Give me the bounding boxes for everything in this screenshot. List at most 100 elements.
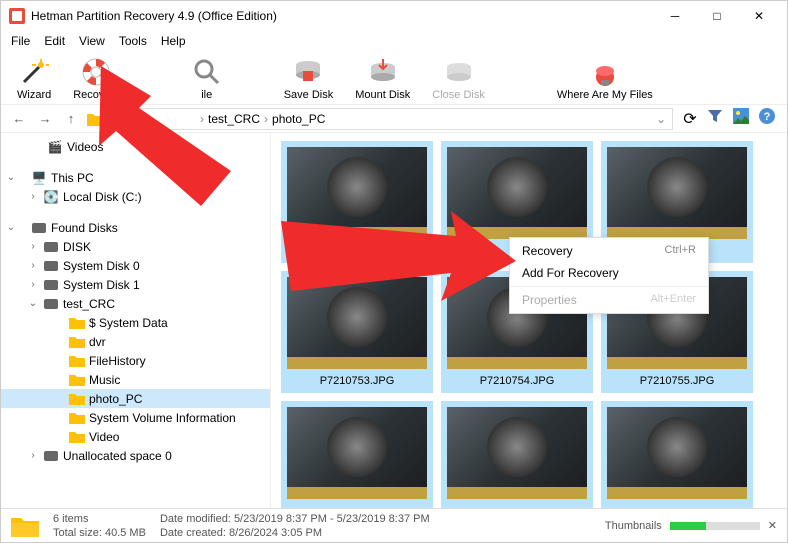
folder-tree[interactable]: 🎬Videos ⌄🖥️This PC ›💽Local Disk (C:) ⌄Fo… <box>1 133 271 509</box>
tree-label[interactable]: Local Disk (C:) <box>63 190 142 204</box>
tree-row[interactable]: › System Disk 1 <box>1 275 270 294</box>
lifebuoy-icon <box>81 57 111 87</box>
status-size: Total size: 40.5 MB <box>53 526 146 540</box>
context-menu: RecoveryCtrl+R Add For Recovery Properti… <box>509 237 709 314</box>
tree-label[interactable]: System Volume Information <box>89 411 236 425</box>
tree-label[interactable]: Videos <box>67 140 103 154</box>
close-button[interactable]: ✕ <box>739 2 779 30</box>
tree-row[interactable]: photo_PC <box>1 389 270 408</box>
close-panel-icon[interactable]: ✕ <box>768 519 777 532</box>
menu-file[interactable]: File <box>11 34 30 48</box>
tree-row[interactable]: dvr <box>1 332 270 351</box>
tree-label[interactable]: Unallocated space 0 <box>63 449 172 463</box>
tree-row[interactable]: Video <box>1 427 270 446</box>
file-thumbnail[interactable]: P7210750.JPG <box>281 141 433 263</box>
ctx-add-recovery[interactable]: Add For Recovery <box>510 262 708 284</box>
file-view[interactable]: P7210750.JPG P7210753.JPGP7210754.JPGP72… <box>271 133 787 509</box>
twisty-icon[interactable]: › <box>27 450 39 461</box>
tree-row[interactable]: FileHistory <box>1 351 270 370</box>
ctx-recovery[interactable]: RecoveryCtrl+R <box>510 240 708 262</box>
tool-label: Mount Disk <box>355 89 410 101</box>
maximize-button[interactable]: □ <box>697 2 737 30</box>
folder-icon <box>69 317 85 329</box>
folder-icon <box>69 355 85 367</box>
twisty-icon[interactable]: › <box>27 279 39 290</box>
tree-label[interactable]: This PC <box>51 171 94 185</box>
tool-label: Save Disk <box>284 89 334 101</box>
filter-icon[interactable] <box>707 108 723 129</box>
breadcrumb[interactable]: xxxxxxxxxxxxx › test_CRC › photo_PC ⌄ <box>111 108 673 130</box>
back-button[interactable]: ← <box>9 111 29 126</box>
tree-row[interactable]: Music <box>1 370 270 389</box>
tree-label[interactable]: Video <box>89 430 119 444</box>
status-created: 8/26/2024 3:05 PM <box>229 527 322 539</box>
tool-label: Wizard <box>17 89 51 101</box>
disk-icon <box>44 451 58 461</box>
menu-view[interactable]: View <box>79 34 105 48</box>
wand-icon <box>19 57 49 87</box>
menu-tools[interactable]: Tools <box>119 34 147 48</box>
folder-icon <box>69 393 85 405</box>
chevron-icon: › <box>264 112 268 126</box>
recovery-button[interactable]: Recovery <box>73 57 119 101</box>
tool-label: Where Are My Files <box>557 89 653 101</box>
file-thumbnail[interactable]: P7210753.JPG <box>281 271 433 393</box>
twisty-icon[interactable]: ⌄ <box>27 298 39 309</box>
app-icon <box>9 8 25 24</box>
save-disk-button[interactable]: Save Disk <box>284 57 334 101</box>
collapse-icon[interactable]: ⌄ <box>5 172 17 183</box>
tree-label[interactable]: Found Disks <box>51 221 118 235</box>
tree-label[interactable]: DISK <box>63 240 91 254</box>
file-name: P7210755.JPG <box>607 375 747 387</box>
view-mode-label: Thumbnails <box>605 520 662 532</box>
status-bar: 6 items Total size: 40.5 MB Date modifie… <box>1 508 787 542</box>
forward-button[interactable]: → <box>35 111 55 126</box>
tree-row[interactable]: › Unallocated space 0 <box>1 446 270 465</box>
tree-row[interactable]: ⌄ test_CRC <box>1 294 270 313</box>
status-count: 6 items <box>53 512 146 526</box>
drive-icon: 💽 <box>43 190 59 204</box>
up-button[interactable]: ↑ <box>61 111 81 126</box>
tree-row[interactable]: $ System Data <box>1 313 270 332</box>
help-icon[interactable]: ? <box>759 108 775 129</box>
twisty-icon[interactable]: › <box>27 241 39 252</box>
wizard-button[interactable]: Wizard <box>17 57 51 101</box>
tree-label[interactable]: Music <box>89 373 120 387</box>
find-file-button[interactable]: ile <box>192 57 222 101</box>
zoom-slider[interactable] <box>670 522 760 530</box>
minimize-button[interactable]: ─ <box>655 2 695 30</box>
preview-icon[interactable] <box>733 108 749 129</box>
where-files-button[interactable]: Where Are My Files <box>557 57 653 101</box>
expand-icon[interactable]: › <box>27 191 39 202</box>
tool-label: Recovery <box>73 89 119 101</box>
file-thumbnail[interactable] <box>441 401 593 509</box>
file-thumbnail[interactable] <box>281 401 433 509</box>
twisty-icon[interactable]: › <box>27 260 39 271</box>
tree-row[interactable]: › System Disk 0 <box>1 256 270 275</box>
thumbnail-image <box>287 147 427 239</box>
thumbnail-image <box>447 147 587 239</box>
tree-label[interactable]: System Disk 0 <box>63 259 140 273</box>
breadcrumb-item[interactable]: test_CRC <box>208 112 260 126</box>
title-bar: Hetman Partition Recovery 4.9 (Office Ed… <box>1 1 787 31</box>
refresh-button[interactable]: ⟳ <box>679 109 701 129</box>
folder-icon <box>69 374 85 386</box>
tree-label[interactable]: dvr <box>89 335 106 349</box>
tree-row[interactable]: › DISK <box>1 237 270 256</box>
collapse-icon[interactable]: ⌄ <box>5 222 17 233</box>
tree-label[interactable]: $ System Data <box>89 316 168 330</box>
disk-icon <box>32 223 46 233</box>
tree-label[interactable]: test_CRC <box>63 297 115 311</box>
tree-label[interactable]: photo_PC <box>89 392 142 406</box>
tree-row[interactable]: System Volume Information <box>1 408 270 427</box>
mount-disk-button[interactable]: Mount Disk <box>355 57 410 101</box>
dropdown-icon[interactable]: ⌄ <box>656 112 666 126</box>
file-thumbnail[interactable] <box>601 401 753 509</box>
menu-edit[interactable]: Edit <box>44 34 65 48</box>
breadcrumb-item[interactable]: photo_PC <box>272 112 325 126</box>
status-modified-label: Date modified: <box>160 513 231 525</box>
tree-label[interactable]: FileHistory <box>89 354 146 368</box>
folder-icon <box>69 431 85 443</box>
tree-label[interactable]: System Disk 1 <box>63 278 140 292</box>
menu-help[interactable]: Help <box>161 34 186 48</box>
